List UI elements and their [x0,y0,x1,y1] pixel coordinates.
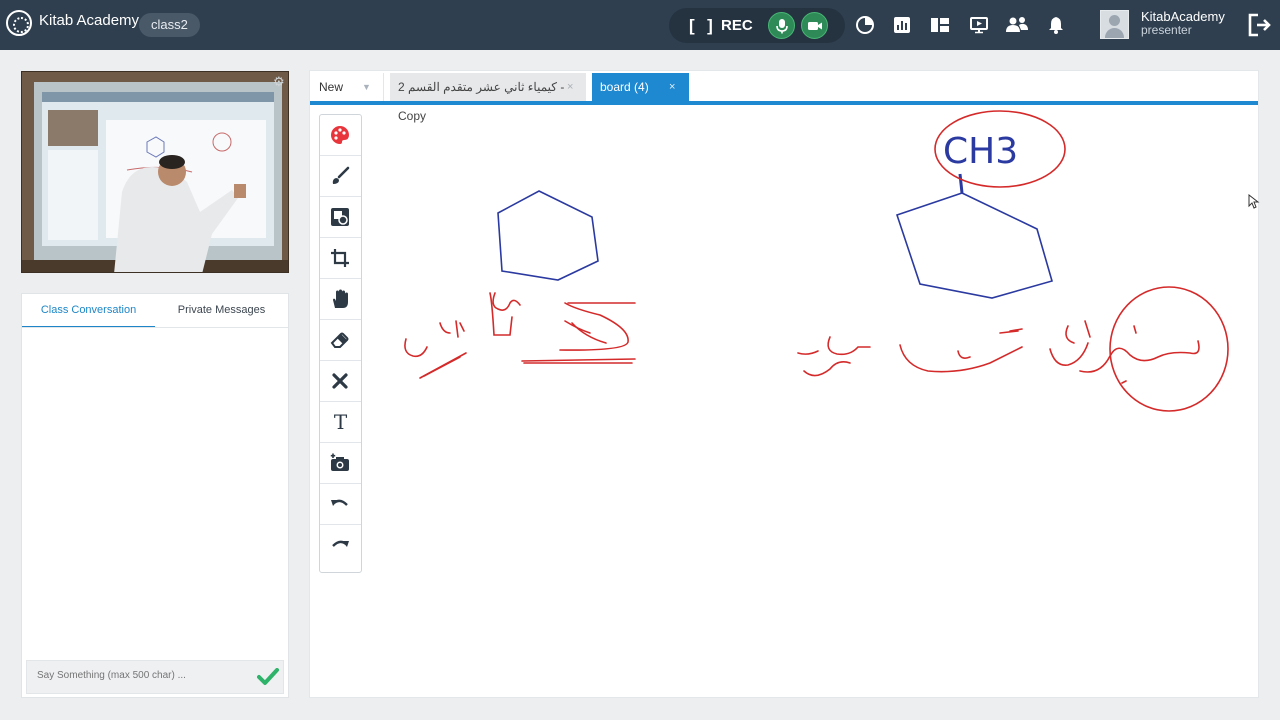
crop-button[interactable] [320,238,361,279]
undo-icon [331,499,348,506]
brush-button[interactable] [320,156,361,197]
palette-icon [331,126,349,144]
drawing-toolbar: T [319,114,362,573]
left-hexagon [497,190,599,281]
eraser-icon [330,332,349,348]
rec-button[interactable]: REC [721,17,753,34]
clear-icon [332,373,348,389]
video-camera-icon [808,22,822,30]
user-name: KitabAcademy [1141,9,1225,24]
brush-icon [332,166,350,184]
shapes-button[interactable] [320,197,361,238]
right-red-handwriting [797,320,1200,384]
screen-share-icon[interactable] [969,15,989,35]
brand-name: Kitab Academy [39,12,140,29]
chat-message-input[interactable] [37,670,252,681]
avatar[interactable] [1100,10,1129,39]
undo-button[interactable] [320,484,361,525]
microphone-button[interactable] [768,12,795,39]
right-red-circle [1109,286,1229,412]
bell-icon[interactable] [1046,15,1066,35]
top-bar: Kitab Academy class2 [ ] REC KitabAcadem… [0,0,1280,50]
camera-add-icon [330,453,349,471]
record-bracket-icon[interactable]: [ ] [689,16,714,36]
bond-line [958,173,964,194]
exit-icon[interactable] [1247,12,1273,38]
eraser-button[interactable] [320,320,361,361]
tab-divider [22,327,288,328]
insert-image-button[interactable] [320,443,361,484]
tab-private-messages[interactable]: Private Messages [155,294,288,328]
presenter-video[interactable] [21,71,289,273]
pie-chart-icon[interactable] [855,15,875,35]
camera-button[interactable] [801,12,828,39]
text-tool-button[interactable]: T [320,402,361,443]
tab-class-conversation[interactable]: Class Conversation [22,294,155,328]
user-role: presenter [1141,23,1192,37]
class-name-pill[interactable]: class2 [139,13,200,37]
crop-icon [331,249,349,267]
drawing-canvas[interactable]: CH3 [310,71,1258,697]
layout-icon[interactable] [930,15,950,35]
mouse-cursor-icon [1248,194,1260,209]
gear-icon[interactable]: ⚙ [273,74,285,90]
kitab-logo-icon [6,10,32,36]
shapes-icon [331,208,349,226]
video-frame-image [22,72,288,272]
clear-board-button[interactable] [320,361,361,402]
check-send-icon[interactable] [257,668,279,686]
right-hexagon [895,192,1053,299]
chat-input-box [26,660,284,694]
participants-icon[interactable] [1005,15,1029,35]
bar-chart-icon[interactable] [892,15,912,35]
color-palette-button[interactable] [320,115,361,156]
recording-controls: [ ] REC [669,8,845,43]
ch3-label: CH3 [943,131,1018,172]
hand-icon [333,289,348,308]
whiteboard-panel: New ▼ كيمياء ثاني عشر متقدم القسم 2 - Co… [309,70,1259,698]
redo-icon [332,540,349,547]
redo-button[interactable] [320,525,361,566]
left-red-handwriting [404,292,636,379]
microphone-icon [776,19,788,34]
hand-pan-button[interactable] [320,279,361,320]
text-icon: T [333,410,348,434]
chat-panel: Class Conversation Private Messages [21,293,289,698]
